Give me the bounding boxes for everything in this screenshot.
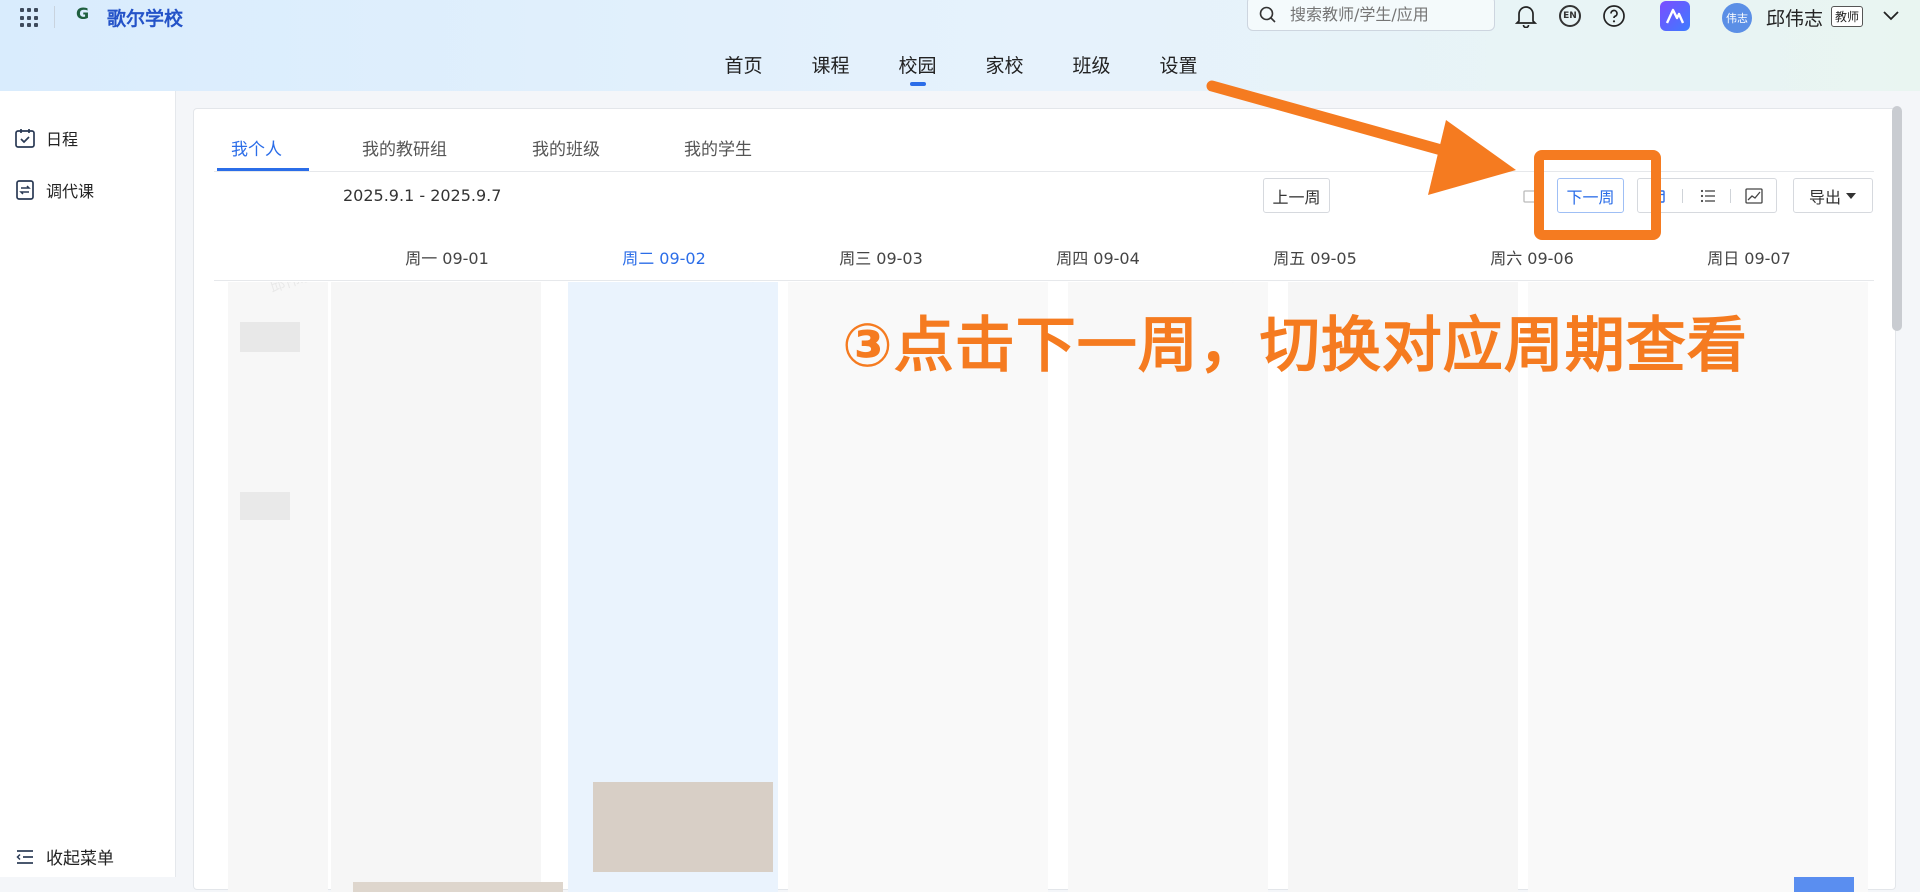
blurred-block: [240, 492, 290, 520]
day-header: 周日 09-07: [1707, 249, 1791, 268]
nav-home[interactable]: 首页: [700, 51, 787, 85]
view-divider: [1730, 189, 1731, 203]
tab-personal[interactable]: 我个人: [231, 135, 282, 160]
chart-view-icon[interactable]: [1734, 179, 1774, 212]
day-header: 周三 09-03: [839, 249, 923, 268]
sidebar-item-schedule[interactable]: 日程: [14, 126, 78, 150]
nav-home-school[interactable]: 家校: [961, 51, 1048, 85]
vertical-scrollbar[interactable]: [1892, 106, 1902, 331]
active-tab-indicator: [217, 168, 309, 171]
sidebar-item-label: 日程: [46, 130, 79, 149]
export-label: 导出: [1808, 187, 1841, 207]
sidebar-item-substitution[interactable]: 调代课: [14, 178, 94, 202]
school-logo-icon: G: [76, 4, 90, 23]
user-name[interactable]: 邱伟志: [1766, 4, 1823, 31]
annotation-text: ③点击下一周，切换对应周期查看: [842, 311, 1748, 381]
sidebar: 日程 调代课 收起菜单: [0, 91, 176, 877]
top-header: G 歌尔学校 EN 伟志 邱伟志 教师 首页 课程 校园 家校 班级 设置: [0, 0, 1920, 91]
day-header: 周六 09-06: [1490, 249, 1574, 268]
header-divider: [54, 6, 55, 28]
export-button[interactable]: 导出: [1793, 178, 1873, 213]
time-column: [228, 282, 328, 892]
day-header-today: 周二 09-02: [622, 249, 706, 268]
school-name[interactable]: 歌尔学校: [107, 4, 183, 31]
event-block[interactable]: [353, 882, 563, 892]
nav-courses[interactable]: 课程: [787, 51, 874, 85]
role-badge: 教师: [1831, 6, 1864, 27]
calendar-check-icon: [15, 129, 35, 148]
collapse-menu-icon: [16, 849, 33, 864]
nav-classes[interactable]: 班级: [1048, 51, 1135, 85]
main-nav: 首页 课程 校园 家校 班级 设置: [700, 51, 1222, 86]
swap-doc-icon: [16, 180, 34, 200]
float-action-button[interactable]: [1794, 877, 1854, 892]
language-en-icon: EN: [1559, 5, 1581, 27]
chevron-down-icon[interactable]: [1881, 6, 1901, 26]
day-header: 周四 09-04: [1056, 249, 1140, 268]
date-range: 2025.9.1 - 2025.9.7: [343, 186, 502, 205]
annotation-highlight-box: [1534, 150, 1661, 240]
nav-settings[interactable]: 设置: [1135, 51, 1222, 85]
prev-week-button[interactable]: 上一周: [1263, 178, 1330, 213]
nav-campus[interactable]: 校园: [874, 51, 961, 86]
bell-icon[interactable]: [1512, 2, 1540, 30]
blurred-block: [240, 322, 300, 352]
language-button[interactable]: EN: [1556, 2, 1584, 30]
collapse-menu-label: 收起菜单: [46, 849, 114, 869]
day-header: 周五 09-05: [1273, 249, 1357, 268]
tab-research-group[interactable]: 我的教研组: [362, 135, 447, 160]
tab-my-classes[interactable]: 我的班级: [532, 135, 600, 160]
avatar[interactable]: 伟志: [1722, 3, 1752, 33]
list-view-icon[interactable]: [1688, 179, 1728, 212]
tab-my-students[interactable]: 我的学生: [684, 135, 752, 160]
event-block[interactable]: [593, 782, 773, 872]
help-icon[interactable]: [1600, 2, 1628, 30]
search-box[interactable]: [1247, 0, 1495, 31]
search-input[interactable]: [1288, 2, 1487, 26]
sidebar-item-label: 调代课: [46, 182, 95, 201]
caret-down-icon: [1846, 192, 1856, 199]
collapse-menu-button[interactable]: 收起菜单: [16, 844, 114, 869]
view-divider: [1682, 189, 1683, 203]
app-logo-icon[interactable]: [1660, 1, 1690, 31]
day-header: 周一 09-01: [405, 249, 489, 268]
day-column: [331, 282, 541, 892]
search-icon: [1259, 6, 1276, 23]
apps-grid-icon[interactable]: [20, 8, 40, 28]
